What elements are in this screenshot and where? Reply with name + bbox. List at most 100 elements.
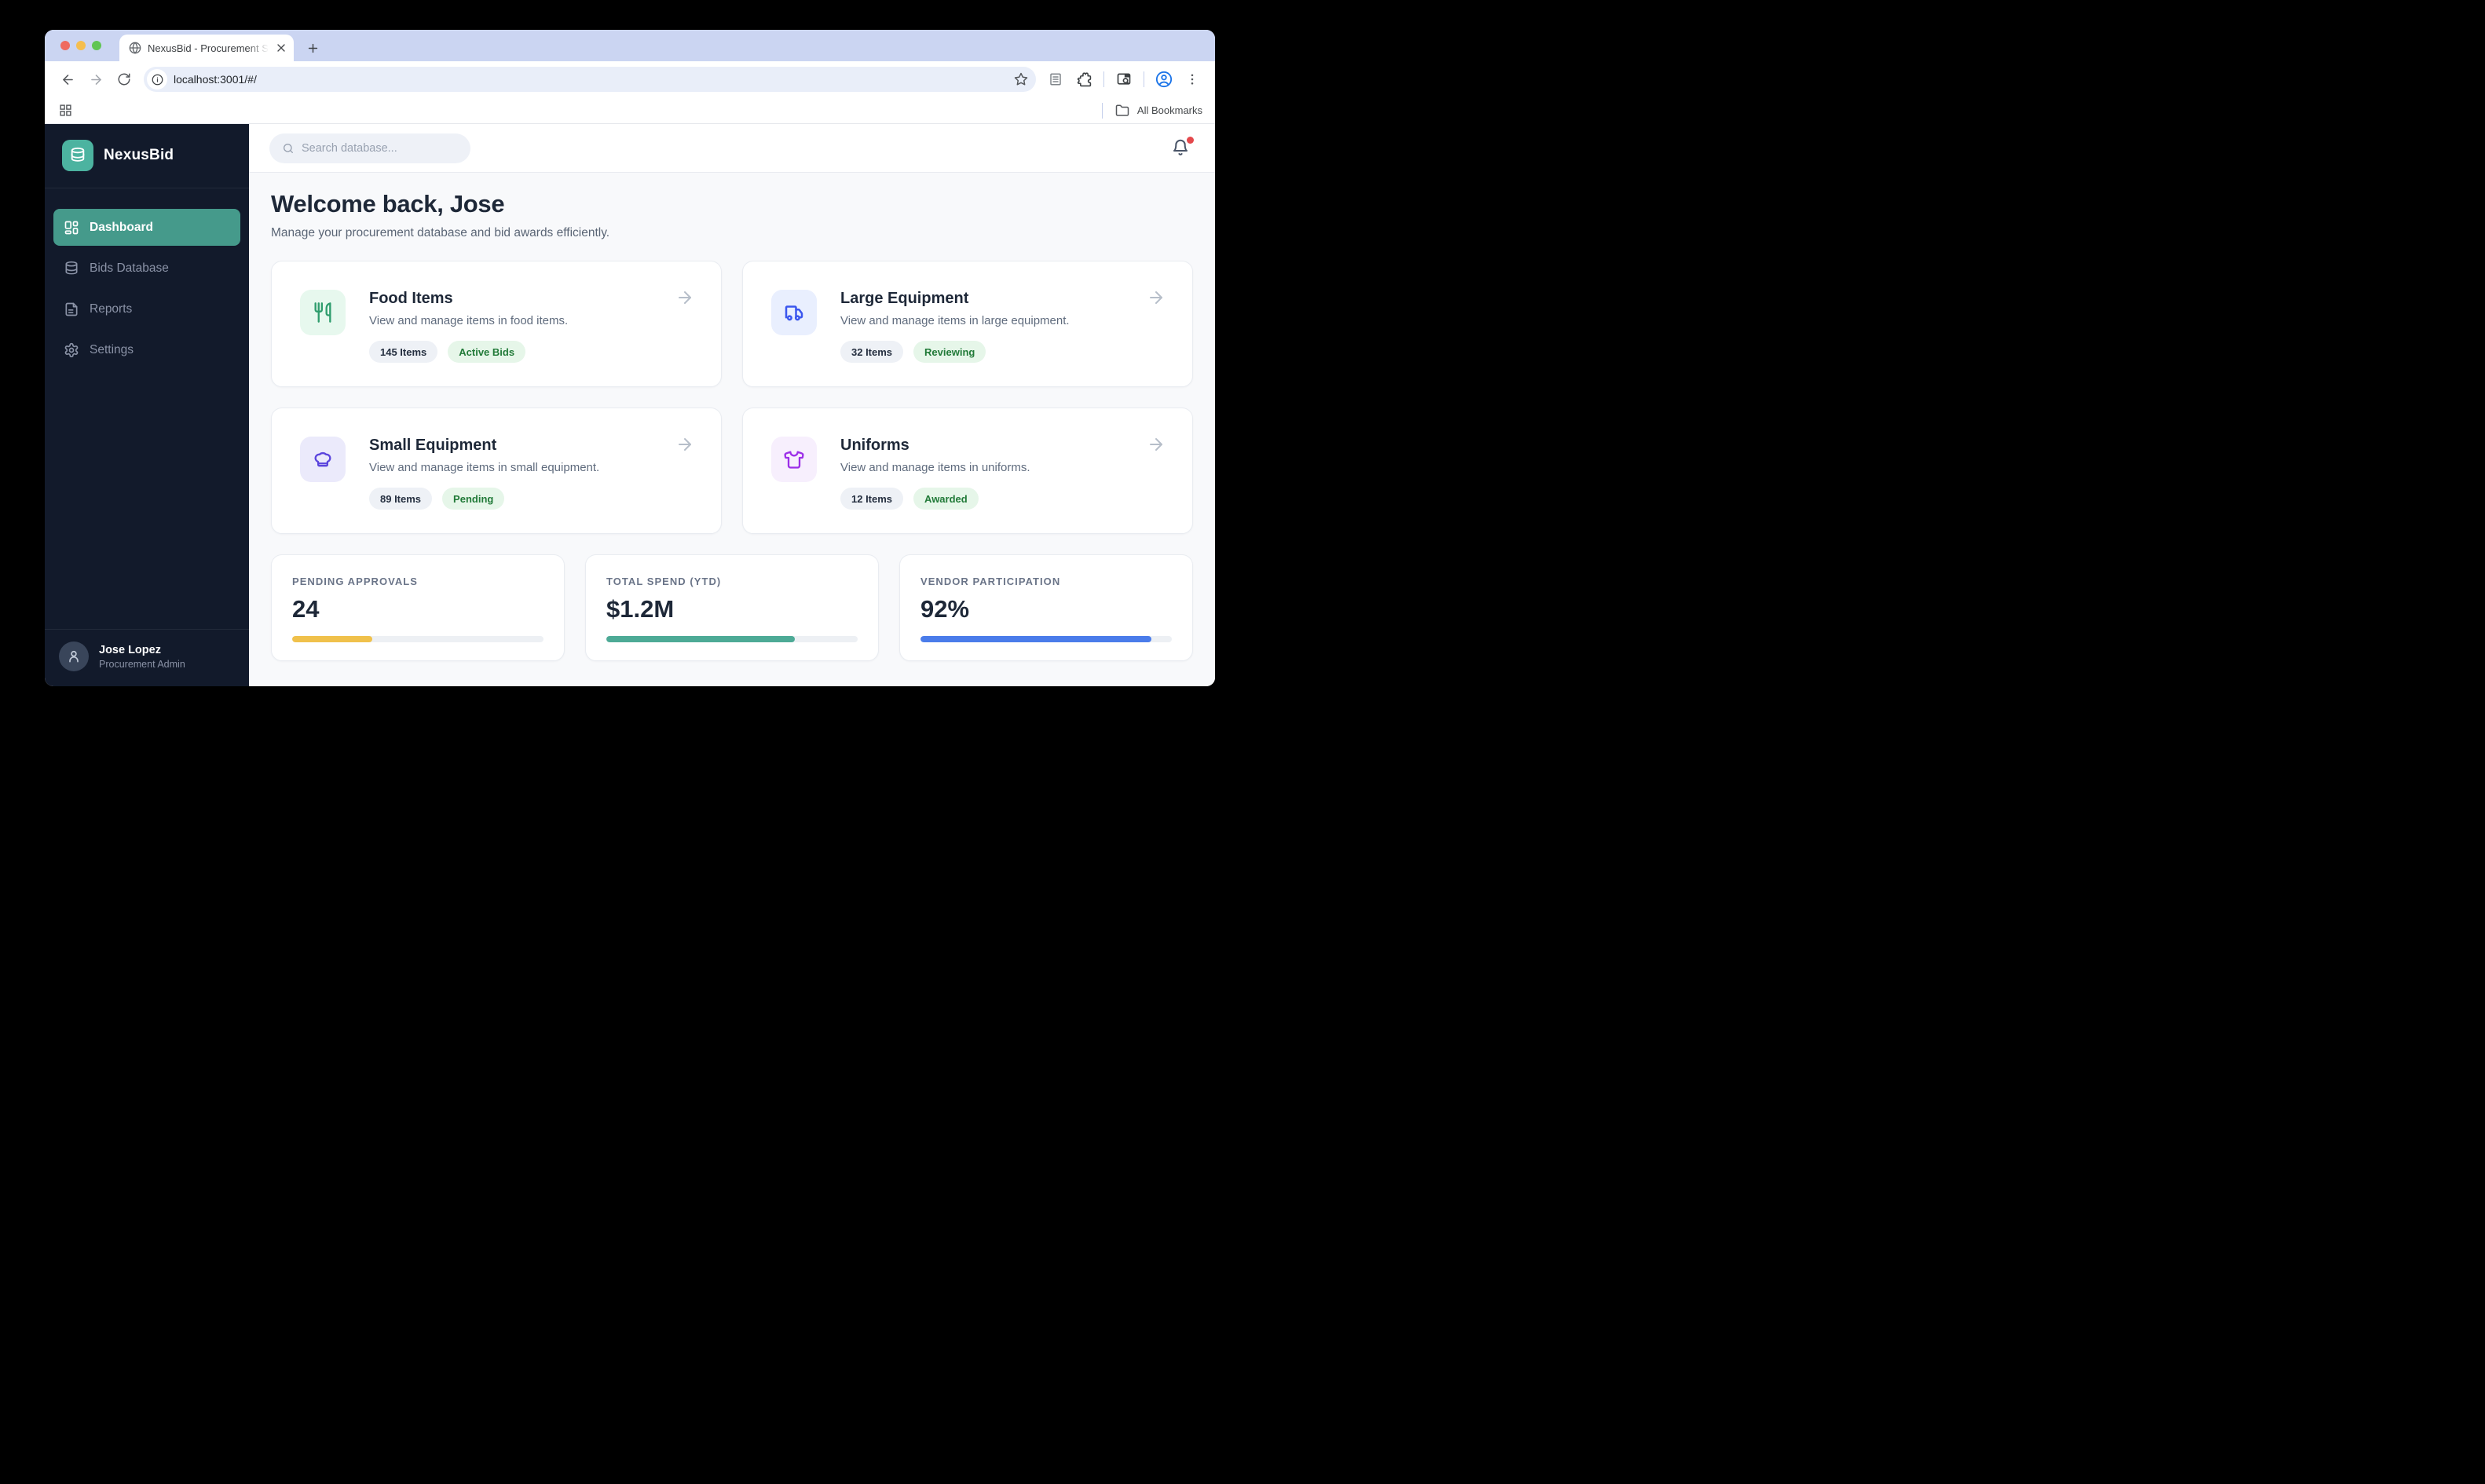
item-count-badge: 89 Items [369, 488, 433, 510]
browser-tab[interactable]: NexusBid - Procurement Syst [119, 35, 294, 61]
search-input[interactable] [302, 141, 458, 155]
all-bookmarks-button[interactable]: All Bookmarks [1097, 102, 1202, 119]
tshirt-icon [771, 437, 817, 482]
category-title: Small Equipment [369, 437, 497, 454]
sidebar-item-reports[interactable]: Reports [53, 291, 240, 327]
utensils-icon [300, 290, 346, 335]
sidebar-item-label: Dashboard [90, 220, 153, 234]
stat-label: PENDING APPROVALS [292, 576, 418, 587]
tab-close-icon[interactable] [275, 42, 287, 54]
sidebar-item-bids-database[interactable]: Bids Database [53, 250, 240, 287]
traffic-lights [60, 41, 101, 50]
brand-name: NexusBid [104, 147, 174, 163]
status-badge: Reviewing [913, 341, 986, 363]
window-zoom-button[interactable] [92, 41, 101, 50]
category-card-small-equipment[interactable]: Small Equipment View and manage items in… [271, 408, 722, 534]
kebab-menu-icon[interactable] [1179, 66, 1206, 93]
reload-icon[interactable] [111, 66, 137, 93]
dashboard-content: Welcome back, Jose Manage your procureme… [249, 173, 1215, 661]
search-field[interactable] [269, 133, 470, 163]
desktop-background: NexusBid - Procurement Syst localhost:30… [0, 0, 1242, 742]
page-subtitle: Manage your procurement database and bid… [271, 226, 610, 239]
tab-strip: NexusBid - Procurement Syst [45, 30, 1215, 61]
user-role: Procurement Admin [99, 659, 185, 671]
stat-value: 24 [292, 595, 320, 623]
profile-icon[interactable] [1151, 66, 1177, 93]
new-tab-button[interactable] [302, 37, 324, 59]
stat-value: $1.2M [606, 595, 675, 623]
page-title: Welcome back, Jose [271, 190, 505, 217]
progress-track [920, 636, 1172, 642]
category-card-uniforms[interactable]: Uniforms View and manage items in unifor… [742, 408, 1193, 534]
category-grid: Food Items View and manage items in food… [271, 261, 1193, 534]
item-count-badge: 145 Items [369, 341, 438, 363]
arrow-right-icon[interactable] [1147, 435, 1166, 454]
item-count-badge: 32 Items [840, 341, 904, 363]
status-badge: Active Bids [448, 341, 526, 363]
stat-card-total-spend: TOTAL SPEND (YTD) $1.2M [585, 554, 879, 661]
bookmarks-separator [1101, 102, 1103, 119]
progress-fill [606, 636, 795, 642]
category-card-large-equipment[interactable]: Large Equipment View and manage items in… [742, 261, 1193, 387]
forward-icon[interactable] [82, 66, 109, 93]
truck-icon [771, 290, 817, 335]
window-close-button[interactable] [60, 41, 70, 50]
item-count-badge: 12 Items [840, 488, 904, 510]
stat-card-vendor-participation: VENDOR PARTICIPATION 92% [899, 554, 1193, 661]
progress-track [606, 636, 858, 642]
user-name: Jose Lopez [99, 643, 161, 656]
category-description: View and manage items in small equipment… [369, 461, 600, 474]
tab-title: NexusBid - Procurement Syst [148, 42, 269, 54]
bookmark-star-icon[interactable] [1014, 72, 1028, 86]
status-badge: Pending [442, 488, 505, 510]
site-info-icon[interactable] [147, 69, 167, 90]
address-bar[interactable]: localhost:3001/#/ [144, 67, 1036, 92]
notification-dot [1187, 136, 1194, 144]
stats-row: PENDING APPROVALS 24 TOTAL SPEND (YTD) $… [271, 554, 1193, 661]
notifications-button[interactable] [1171, 136, 1194, 159]
window-minimize-button[interactable] [76, 41, 86, 50]
extensions-puzzle-icon[interactable] [1070, 66, 1097, 93]
database-icon [62, 140, 93, 171]
sidebar-nav: Dashboard Bids Database Reports Settings [45, 188, 249, 368]
all-bookmarks-label: All Bookmarks [1136, 104, 1202, 116]
stat-label: VENDOR PARTICIPATION [920, 576, 1061, 587]
category-card-food-items[interactable]: Food Items View and manage items in food… [271, 261, 722, 387]
status-badge: Awarded [913, 488, 979, 510]
side-panel-search-icon[interactable] [1111, 66, 1137, 93]
sidebar-item-label: Settings [90, 342, 134, 356]
stat-card-pending-approvals: PENDING APPROVALS 24 [271, 554, 565, 661]
dashboard-grid-icon [64, 220, 79, 236]
arrow-right-icon[interactable] [1147, 288, 1166, 307]
progress-track [292, 636, 543, 642]
back-icon[interactable] [54, 66, 81, 93]
category-description: View and manage items in uniforms. [840, 461, 1030, 474]
progress-fill [920, 636, 1152, 642]
chef-hat-icon [300, 437, 346, 482]
category-description: View and manage items in large equipment… [840, 314, 1070, 327]
toolbar-separator [1103, 71, 1104, 87]
app-header [249, 124, 1215, 173]
globe-favicon [129, 42, 141, 54]
file-text-icon [64, 302, 79, 317]
category-description: View and manage items in food items. [369, 314, 569, 327]
arrow-right-icon[interactable] [675, 288, 694, 307]
sidebar-item-label: Reports [90, 302, 133, 316]
arrow-right-icon[interactable] [675, 435, 694, 454]
bookmarks-bar: All Bookmarks [45, 97, 1215, 124]
reading-list-icon[interactable] [1042, 66, 1069, 93]
progress-fill [292, 636, 373, 642]
url-text[interactable]: localhost:3001/#/ [174, 73, 1008, 86]
sidebar: NexusBid Dashboard Bids Database Reports… [45, 124, 249, 686]
sidebar-item-label: Bids Database [90, 261, 169, 275]
category-title: Uniforms [840, 437, 909, 454]
sidebar-item-settings[interactable]: Settings [53, 331, 240, 368]
apps-grid-icon[interactable] [59, 104, 72, 117]
gear-icon [64, 342, 79, 358]
stat-label: TOTAL SPEND (YTD) [606, 576, 722, 587]
stat-value: 92% [920, 595, 970, 623]
user-profile[interactable]: Jose Lopez Procurement Admin [45, 629, 249, 686]
category-title: Large Equipment [840, 290, 969, 307]
sidebar-item-dashboard[interactable]: Dashboard [53, 209, 240, 246]
brand-logo: NexusBid [45, 124, 249, 188]
